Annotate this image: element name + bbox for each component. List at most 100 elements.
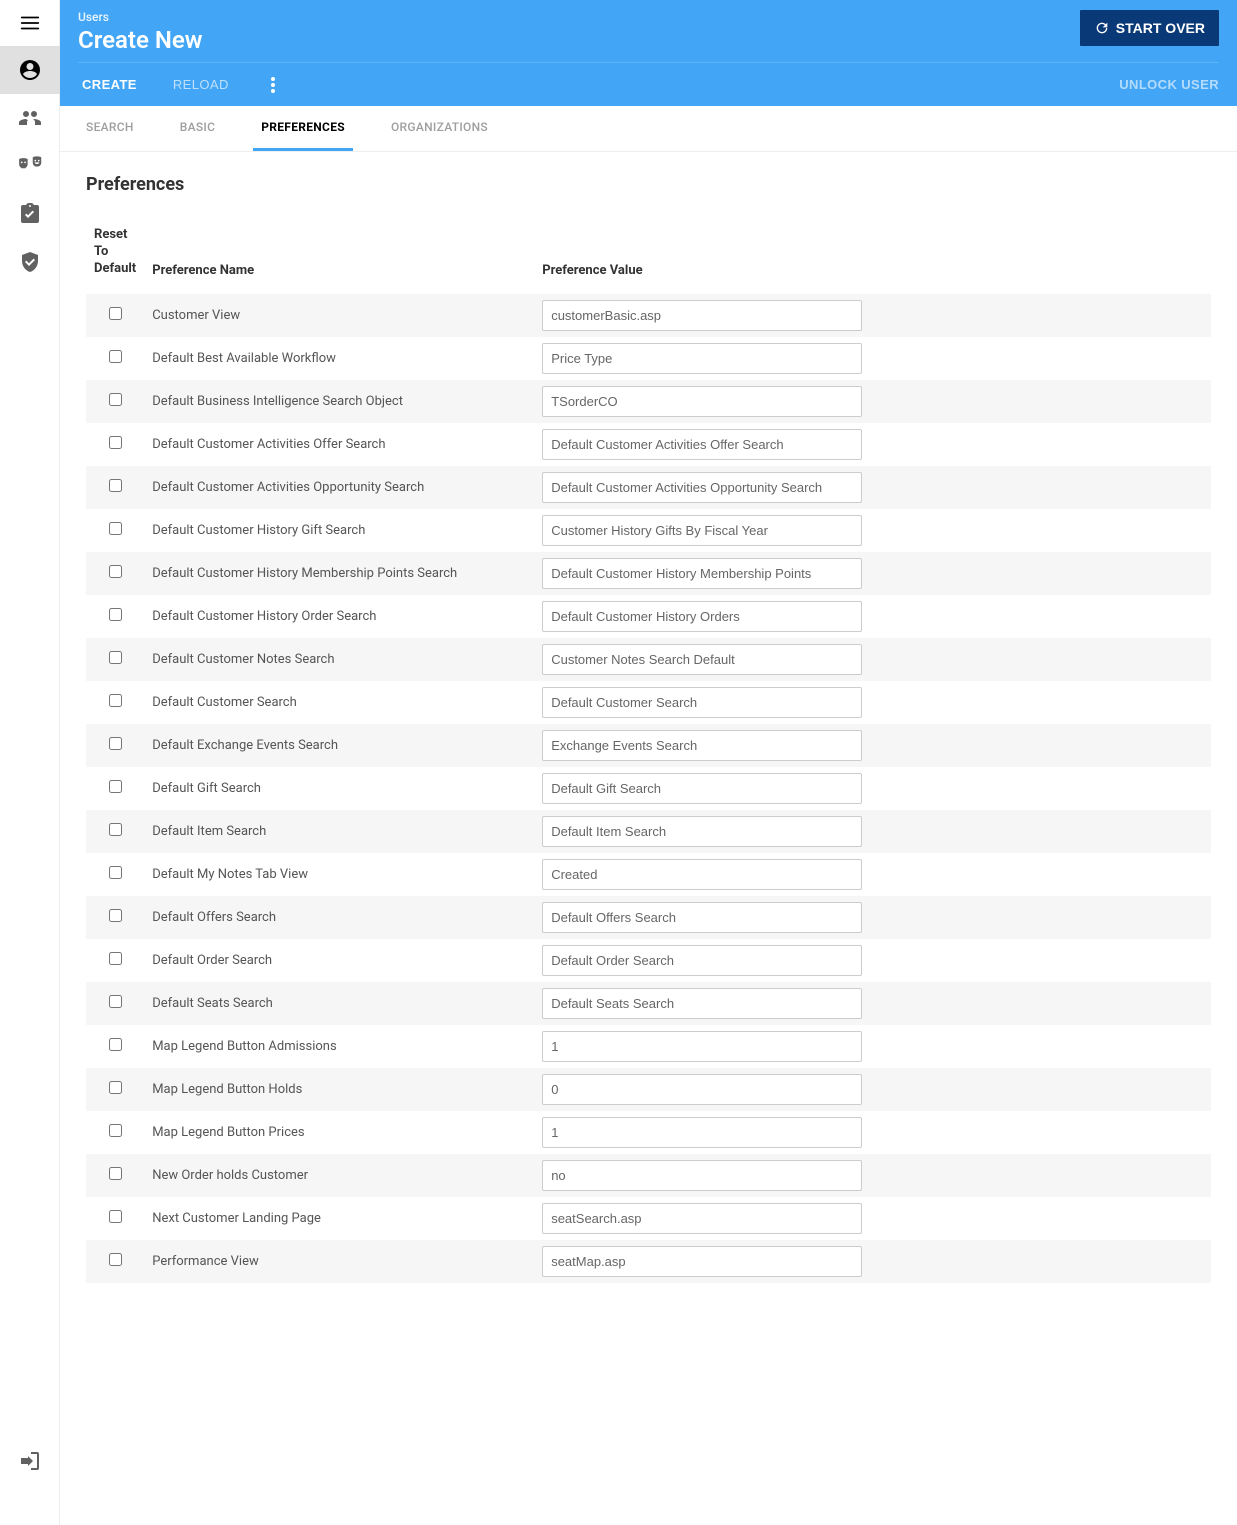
reset-checkbox[interactable] [109, 1210, 122, 1223]
preference-value-input[interactable] [542, 1074, 862, 1105]
reset-checkbox[interactable] [109, 1124, 122, 1137]
preference-value-input[interactable] [542, 1203, 862, 1234]
table-row: Default Customer Search [86, 681, 1211, 724]
preference-value-input[interactable] [542, 429, 862, 460]
reset-checkbox[interactable] [109, 436, 122, 449]
reset-checkbox[interactable] [109, 307, 122, 320]
reset-checkbox[interactable] [109, 952, 122, 965]
preference-name: Default Customer History Gift Search [144, 509, 534, 552]
tab-preferences[interactable]: PREFERENCES [253, 106, 353, 151]
preference-name: Default Business Intelligence Search Obj… [144, 380, 534, 423]
tab-organizations[interactable]: ORGANIZATIONS [383, 106, 496, 151]
reset-checkbox[interactable] [109, 1081, 122, 1094]
reset-checkbox[interactable] [109, 1253, 122, 1266]
preference-name: Default Order Search [144, 939, 534, 982]
preference-name: Performance View [144, 1240, 534, 1283]
nav-item-clipboard[interactable] [0, 190, 60, 238]
reset-checkbox[interactable] [109, 1167, 122, 1180]
preference-name: Customer View [144, 294, 534, 337]
preference-name: New Order holds Customer [144, 1154, 534, 1197]
table-row: Default My Notes Tab View [86, 853, 1211, 896]
table-row: Default Order Search [86, 939, 1211, 982]
menu-toggle-button[interactable] [0, 0, 60, 46]
user-circle-icon [18, 58, 42, 82]
preference-name: Default Exchange Events Search [144, 724, 534, 767]
unlock-user-button[interactable]: UNLOCK USER [1119, 77, 1219, 92]
preference-name: Map Legend Button Admissions [144, 1025, 534, 1068]
preference-value-input[interactable] [542, 386, 862, 417]
preference-value-input[interactable] [542, 644, 862, 675]
table-row: Next Customer Landing Page [86, 1197, 1211, 1240]
start-over-label: START OVER [1116, 20, 1205, 36]
nav-item-shield[interactable] [0, 238, 60, 286]
preference-value-input[interactable] [542, 558, 862, 589]
preference-value-input[interactable] [542, 773, 862, 804]
reset-checkbox[interactable] [109, 479, 122, 492]
preference-value-input[interactable] [542, 515, 862, 546]
preference-value-input[interactable] [542, 1031, 862, 1062]
preference-value-input[interactable] [542, 1117, 862, 1148]
create-button[interactable]: CREATE [78, 69, 141, 100]
reset-checkbox[interactable] [109, 651, 122, 664]
clipboard-check-icon [18, 202, 42, 226]
section-heading: Preferences [86, 174, 1211, 195]
preference-value-input[interactable] [542, 1246, 862, 1277]
tab-search[interactable]: SEARCH [78, 106, 142, 151]
reset-checkbox[interactable] [109, 350, 122, 363]
preference-value-input[interactable] [542, 300, 862, 331]
table-row: Map Legend Button Admissions [86, 1025, 1211, 1068]
table-row: Default Item Search [86, 810, 1211, 853]
theater-masks-icon [18, 154, 42, 178]
preference-value-input[interactable] [542, 601, 862, 632]
more-actions-button[interactable] [261, 73, 285, 97]
table-row: Default Customer History Order Search [86, 595, 1211, 638]
preference-value-input[interactable] [542, 988, 862, 1019]
nav-item-user[interactable] [0, 46, 60, 94]
breadcrumb: Users [78, 10, 202, 24]
table-row: Default Customer History Gift Search [86, 509, 1211, 552]
table-row: New Order holds Customer [86, 1154, 1211, 1197]
logout-icon [18, 1449, 42, 1473]
preference-value-input[interactable] [542, 945, 862, 976]
reset-checkbox[interactable] [109, 737, 122, 750]
preference-value-input[interactable] [542, 730, 862, 761]
preference-value-input[interactable] [542, 343, 862, 374]
preference-value-input[interactable] [542, 472, 862, 503]
preference-name: Default Best Available Workflow [144, 337, 534, 380]
preference-name: Default Seats Search [144, 982, 534, 1025]
preference-name: Default Gift Search [144, 767, 534, 810]
nav-item-group[interactable] [0, 94, 60, 142]
start-over-button[interactable]: START OVER [1080, 10, 1219, 46]
col-reset: Reset To Default [86, 217, 144, 294]
reset-checkbox[interactable] [109, 1038, 122, 1051]
table-row: Default Business Intelligence Search Obj… [86, 380, 1211, 423]
reset-checkbox[interactable] [109, 694, 122, 707]
tabs: SEARCH BASIC PREFERENCES ORGANIZATIONS [60, 106, 1237, 152]
reset-checkbox[interactable] [109, 909, 122, 922]
table-row: Default Offers Search [86, 896, 1211, 939]
preference-name: Map Legend Button Holds [144, 1068, 534, 1111]
reset-checkbox[interactable] [109, 995, 122, 1008]
table-row: Customer View [86, 294, 1211, 337]
reset-checkbox[interactable] [109, 866, 122, 879]
reset-checkbox[interactable] [109, 823, 122, 836]
preference-value-input[interactable] [542, 816, 862, 847]
preference-value-input[interactable] [542, 687, 862, 718]
refresh-icon [1094, 20, 1110, 36]
reset-checkbox[interactable] [109, 780, 122, 793]
reset-checkbox[interactable] [109, 393, 122, 406]
preference-value-input[interactable] [542, 1160, 862, 1191]
reload-button[interactable]: RELOAD [169, 69, 233, 100]
preference-name: Default Customer History Membership Poin… [144, 552, 534, 595]
preference-value-input[interactable] [542, 902, 862, 933]
shield-check-icon [18, 250, 42, 274]
nav-item-masks[interactable] [0, 142, 60, 190]
tab-basic[interactable]: BASIC [172, 106, 224, 151]
table-row: Default Best Available Workflow [86, 337, 1211, 380]
content: Preferences Reset To Default Preference … [60, 152, 1237, 1323]
nav-item-logout[interactable] [0, 1437, 60, 1485]
reset-checkbox[interactable] [109, 565, 122, 578]
reset-checkbox[interactable] [109, 522, 122, 535]
reset-checkbox[interactable] [109, 608, 122, 621]
preference-value-input[interactable] [542, 859, 862, 890]
